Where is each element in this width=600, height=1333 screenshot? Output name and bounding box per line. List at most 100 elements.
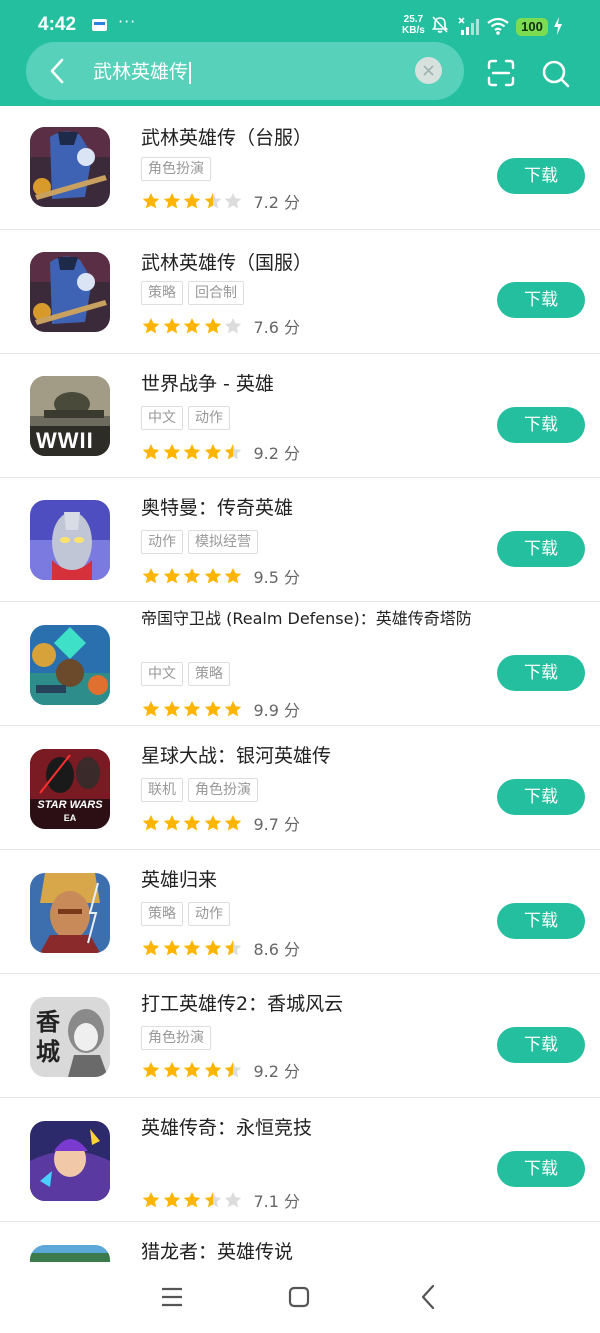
star-icon	[183, 317, 201, 334]
star-icon	[224, 1191, 242, 1208]
star-icon	[224, 939, 242, 956]
star-icon	[142, 317, 160, 334]
battery-level: 100	[516, 18, 548, 36]
rating: 7.1 分	[141, 1188, 300, 1211]
tag: 策略	[141, 902, 183, 926]
star-icon	[183, 443, 201, 460]
tag-list: 中文 动作	[141, 406, 235, 430]
list-item[interactable]: 帝国守卫战 (Realm Defense)：英雄传奇塔防 中文 策略 9.9 分 …	[0, 602, 600, 726]
back-arrow-icon[interactable]	[44, 54, 72, 88]
star-icon	[183, 567, 201, 584]
app-title[interactable]: 世界战争 - 英雄	[141, 372, 486, 396]
download-button[interactable]: 下载	[497, 158, 585, 194]
star-icon	[204, 1061, 221, 1078]
star-icon	[224, 567, 242, 584]
star-icon	[163, 317, 180, 334]
star-rating	[141, 1190, 244, 1209]
search-results-list[interactable]: 武林英雄传（台服） 角色扮演 7.2 分 下载 武林英雄传（国服） 策略回合制	[0, 106, 600, 1262]
tag-list: 角色扮演	[141, 157, 216, 181]
list-item[interactable]: 武林英雄传（国服） 策略 回合制 7.6 分 下载	[0, 230, 600, 354]
star-icon	[204, 443, 221, 460]
download-button[interactable]: 下载	[497, 903, 585, 939]
list-item[interactable]: STAR WARS EA 星球大战：银河英雄传 联机 角色扮演 9.7 分 下载	[0, 726, 600, 850]
tag: 回合制	[188, 281, 244, 305]
app-title[interactable]: 打工英雄传2：香城风云	[141, 992, 486, 1016]
tag: 中文	[141, 406, 183, 430]
more-dots-icon: ···	[118, 12, 137, 31]
hong-kong-game-icon: 香城	[30, 997, 110, 1077]
tag-list: 策略 回合制	[141, 281, 249, 305]
app-title[interactable]: 猎龙者：英雄传说	[141, 1240, 486, 1262]
star-icon	[183, 1061, 201, 1078]
star-icon	[183, 192, 201, 209]
home-icon[interactable]	[288, 1286, 310, 1308]
rating: 7.6 分	[141, 314, 301, 337]
tag: 动作	[141, 530, 183, 554]
search-field[interactable]	[26, 42, 464, 100]
search-input[interactable]: 武林英雄传	[93, 58, 192, 86]
star-icon	[142, 192, 160, 209]
charging-icon	[554, 17, 562, 35]
star-icon	[224, 443, 242, 460]
list-item[interactable]: WWII 世界战争 - 英雄 中文 动作 9.2 分 下载	[0, 354, 600, 478]
app-title[interactable]: 武林英雄传（国服）	[141, 251, 486, 275]
star-rating	[141, 566, 244, 585]
app-title[interactable]: 奥特曼：传奇英雄	[141, 496, 486, 520]
star-wars-game-icon: STAR WARS EA	[30, 749, 110, 829]
score-text: 7.2 分	[253, 193, 301, 212]
download-button[interactable]: 下载	[497, 779, 585, 815]
wifi-icon	[487, 17, 509, 35]
app-title[interactable]: 星球大战：银河英雄传	[141, 744, 486, 768]
download-button[interactable]: 下载	[497, 1027, 585, 1063]
tag-list: 动作 模拟经营	[141, 530, 263, 554]
score-text: 7.6 分	[253, 318, 301, 337]
star-rating	[141, 938, 244, 957]
star-icon	[183, 1191, 201, 1208]
scan-icon[interactable]	[486, 58, 516, 88]
star-icon	[163, 1191, 180, 1208]
list-item[interactable]: 香城 打工英雄传2：香城风云 角色扮演 9.2 分 下载	[0, 974, 600, 1098]
menu-icon[interactable]	[160, 1286, 184, 1308]
bell-muted-icon	[431, 16, 449, 33]
download-button[interactable]: 下载	[497, 531, 585, 567]
clear-search-button[interactable]	[415, 57, 442, 84]
star-icon	[224, 814, 242, 831]
network-speed-value: 25.7	[403, 14, 424, 25]
rating: 8.6 分	[141, 936, 301, 959]
list-item[interactable]: 武林英雄传（台服） 角色扮演 7.2 分 下载	[0, 106, 600, 230]
app-title[interactable]: 武林英雄传（台服）	[141, 126, 486, 150]
score-text: 9.2 分	[253, 1062, 301, 1081]
score-text: 8.6 分	[253, 940, 301, 959]
app-title[interactable]: 英雄归来	[141, 868, 486, 892]
icon-subcaption: EA	[63, 813, 77, 823]
app-title[interactable]: 帝国守卫战 (Realm Defense)：英雄传奇塔防	[141, 607, 486, 630]
download-button[interactable]: 下载	[497, 1151, 585, 1187]
hero-return-game-icon	[30, 873, 110, 953]
rating: 9.7 分	[141, 811, 300, 834]
star-icon	[204, 317, 221, 334]
rating: 9.9 分	[141, 697, 301, 720]
search-icon[interactable]	[541, 58, 571, 90]
network-speed: 25.7 KB/s	[402, 14, 425, 36]
status-bar: 4:42 ··· 25.7 KB/s 100	[0, 0, 600, 40]
star-icon	[224, 1061, 242, 1078]
back-icon[interactable]	[420, 1284, 436, 1310]
score-text: 9.5 分	[253, 568, 301, 587]
score-text: 9.9 分	[253, 701, 301, 720]
download-button[interactable]: 下载	[497, 655, 585, 691]
list-item[interactable]: 猎龙者：英雄传说	[0, 1222, 600, 1262]
wulin-game-icon	[30, 252, 110, 332]
star-icon	[204, 192, 221, 209]
download-button[interactable]: 下载	[497, 282, 585, 318]
star-rating	[141, 442, 244, 461]
list-item[interactable]: 英雄传奇：永恒竞技 7.1 分 下载	[0, 1098, 600, 1222]
download-button[interactable]: 下载	[497, 407, 585, 443]
app-title[interactable]: 英雄传奇：永恒竞技	[141, 1116, 486, 1140]
icon-caption: WWII	[36, 428, 94, 453]
star-icon	[204, 939, 221, 956]
star-rating	[141, 699, 244, 718]
list-item[interactable]: 奥特曼：传奇英雄 动作 模拟经营 9.5 分 下载	[0, 478, 600, 602]
list-item[interactable]: 英雄归来 策略 动作 8.6 分 下载	[0, 850, 600, 974]
app-header: 4:42 ··· 25.7 KB/s 100 武林英雄传	[0, 0, 600, 106]
star-rating	[141, 316, 244, 335]
